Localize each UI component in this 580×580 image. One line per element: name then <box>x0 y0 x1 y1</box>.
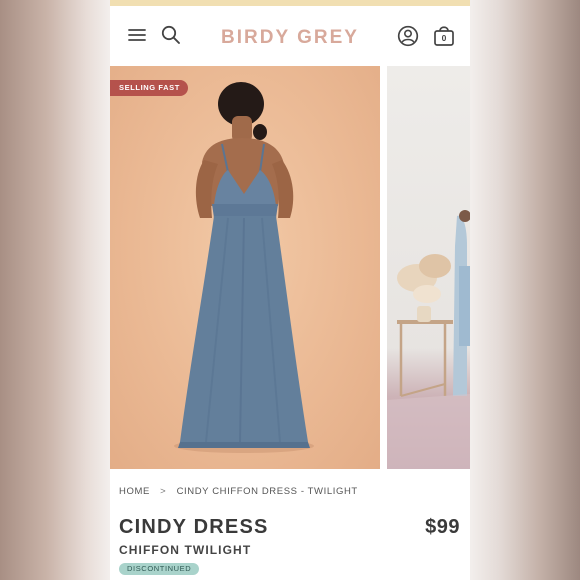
selling-fast-badge: SELLING FAST <box>110 80 188 96</box>
product-gallery[interactable]: SELLING FAST <box>110 66 470 469</box>
brand-logo[interactable]: BIRDY GREY <box>210 27 370 49</box>
product-image-second[interactable] <box>387 66 470 469</box>
status-badge: DISCONTINUED <box>119 563 200 575</box>
second-image-illustration <box>387 210 470 469</box>
product-price: $99 <box>425 516 460 538</box>
product-title: CINDY DRESS <box>119 516 269 538</box>
product-subtitle: CHIFFON TWILIGHT <box>119 543 252 557</box>
model-in-dress-illustration <box>174 82 314 453</box>
breadcrumb-current: CINDY CHIFFON DRESS - TWILIGHT <box>176 486 358 497</box>
site-header: BIRDY GREY 0 <box>110 6 470 66</box>
product-image-back-view[interactable]: SELLING FAST <box>110 66 380 469</box>
menu-icon[interactable] <box>128 28 146 47</box>
breadcrumb: HOME > CINDY CHIFFON DRESS - TWILIGHT <box>119 486 358 497</box>
breadcrumb-separator: > <box>160 486 167 497</box>
cart-count: 0 <box>441 33 447 43</box>
breadcrumb-home[interactable]: HOME <box>119 486 150 497</box>
product-page: BIRDY GREY 0 SELLING FAST HOME > CINDY C… <box>110 0 470 580</box>
cart-icon[interactable]: 0 <box>433 23 455 52</box>
account-icon[interactable] <box>397 25 419 52</box>
search-icon[interactable] <box>161 25 181 50</box>
